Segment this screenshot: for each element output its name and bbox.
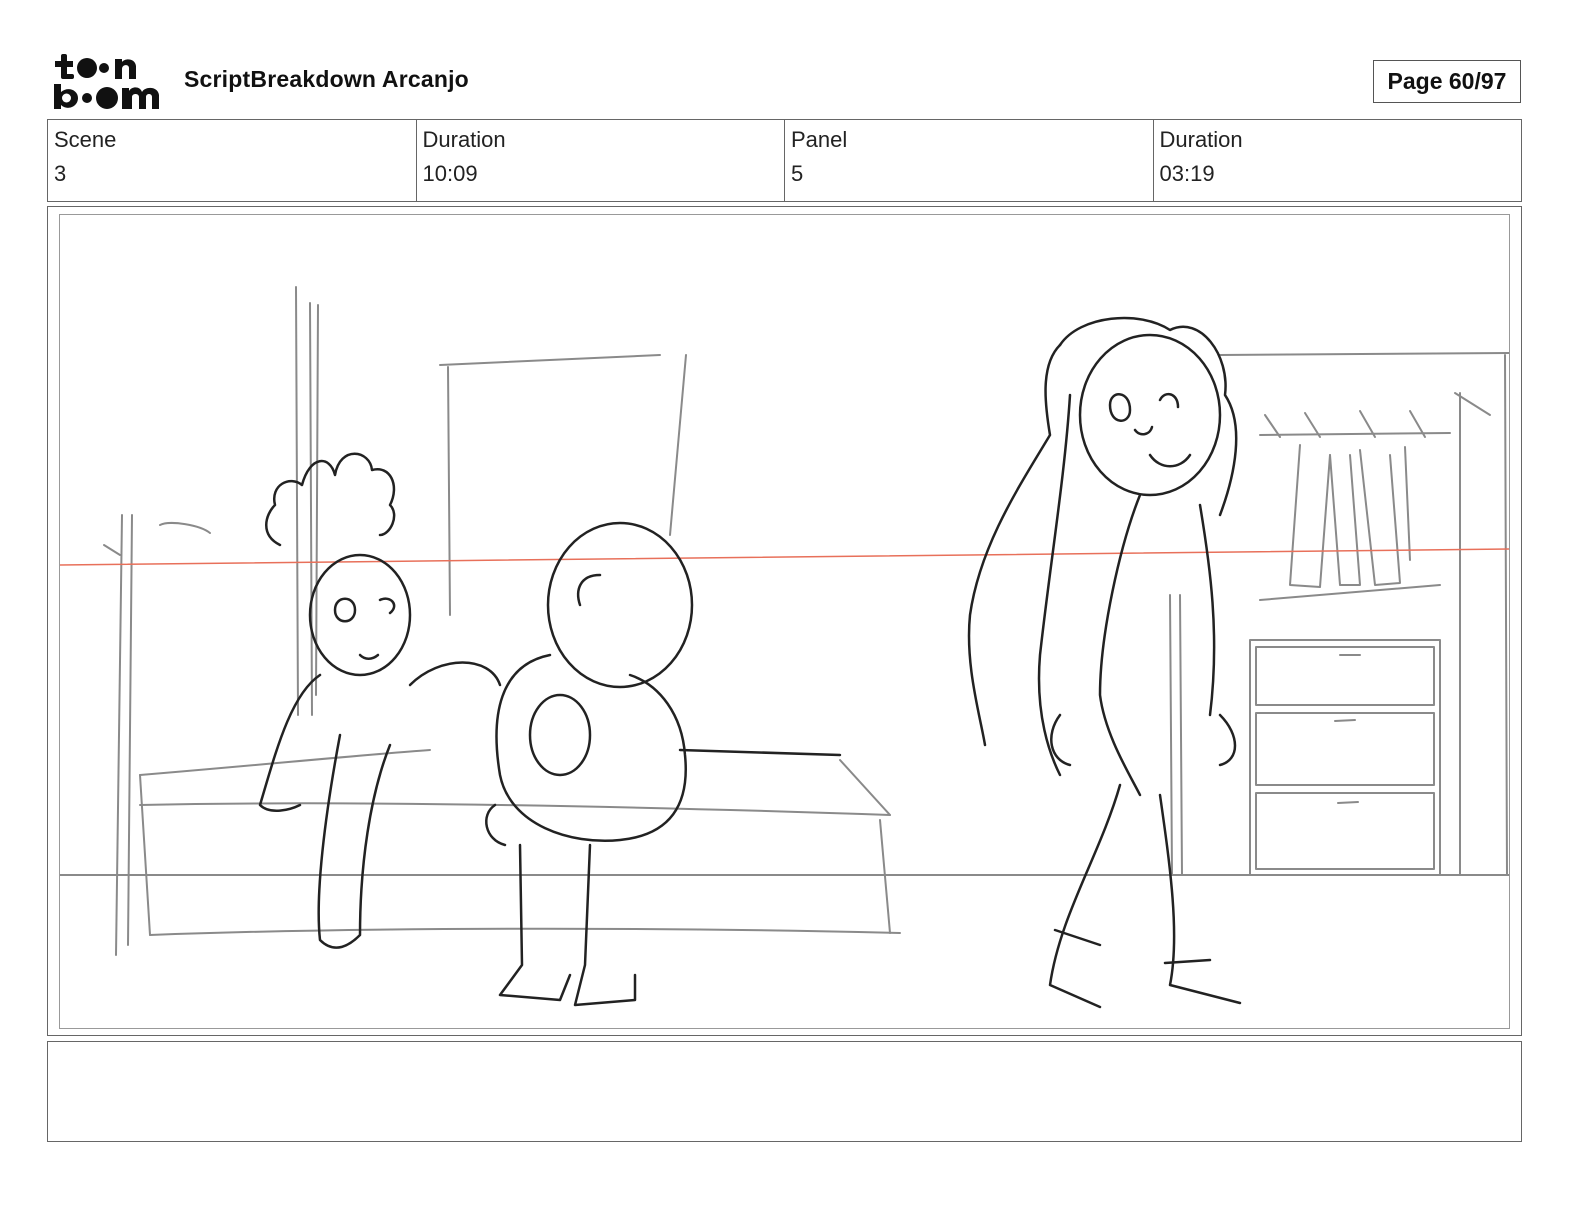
toonboom-logo	[52, 52, 164, 112]
page-indicator: Page 60/97	[1373, 60, 1521, 103]
panel-duration-cell: Duration 03:19	[1154, 120, 1522, 201]
scene-duration-cell: Duration 10:09	[417, 120, 785, 201]
panel-cell: Panel 5	[785, 120, 1154, 201]
panel-duration-label: Duration	[1159, 127, 1243, 152]
scene-cell: Scene 3	[48, 120, 417, 201]
panel-notes-box	[47, 1041, 1522, 1142]
scene-duration-value: 10:09	[422, 161, 478, 186]
storyboard-panel-frame	[47, 206, 1522, 1036]
scene-value: 3	[54, 161, 67, 186]
panel-sketch	[60, 286, 1509, 1009]
scene-info-table: Scene 3 Duration 10:09 Panel 5 Duration …	[47, 119, 1522, 202]
scene-label: Scene	[54, 127, 117, 152]
storyboard-panel	[59, 214, 1510, 1029]
panel-duration-value: 03:19	[1159, 161, 1215, 186]
panel-value: 5	[791, 161, 804, 186]
panel-label: Panel	[791, 127, 848, 152]
document-title: ScriptBreakdown Arcanjo	[184, 66, 469, 92]
scene-duration-label: Duration	[422, 127, 506, 152]
